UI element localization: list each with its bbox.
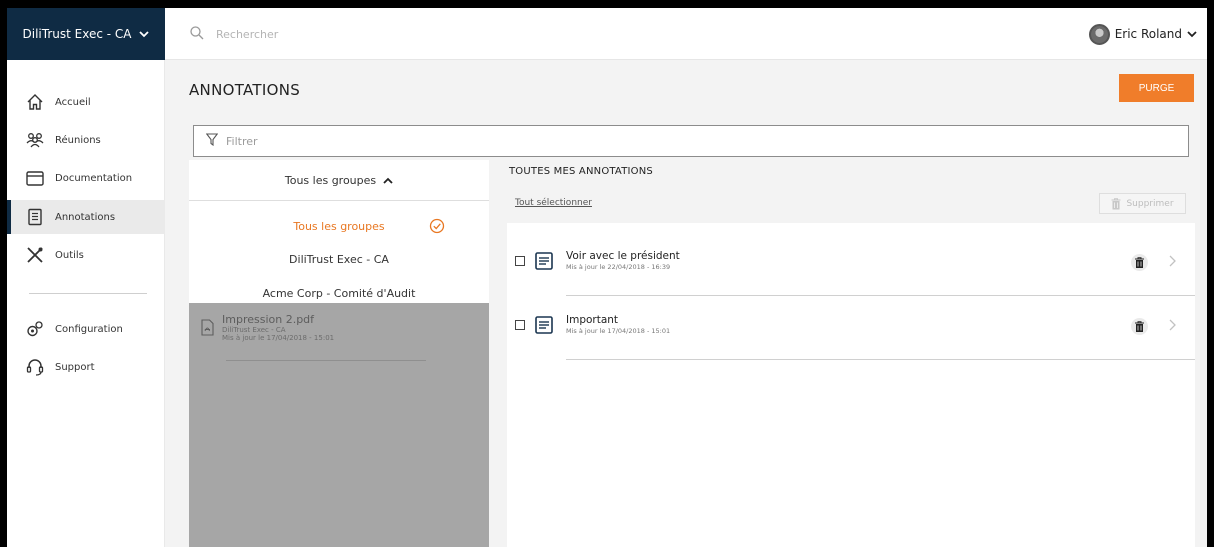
sidebar-item-label: Documentation xyxy=(55,172,133,184)
sidebar-item-label: Accueil xyxy=(55,96,91,108)
home-icon xyxy=(27,94,43,110)
user-name: Eric Roland xyxy=(1114,27,1182,41)
notes-icon xyxy=(28,208,42,226)
top-bar: DiliTrust Exec - CA Rechercher Eric Rola… xyxy=(7,8,1207,60)
sidebar-item-annotations[interactable]: Annotations xyxy=(7,200,165,234)
document-updated: Mis à jour le 17/04/2018 - 15:01 xyxy=(222,334,335,342)
sidebar-item-configuration[interactable]: Configuration xyxy=(7,312,165,346)
check-circle-icon xyxy=(429,218,445,234)
annotations-panel: Tout sélectionner Supprimer Voir avec le… xyxy=(507,184,1195,547)
people-icon xyxy=(26,133,44,148)
document-item[interactable]: Impression 2.pdf DiliTrust Exec - CA Mis… xyxy=(201,313,334,342)
pdf-file-icon xyxy=(201,319,214,336)
groups-dropdown-label: Tous les groupes xyxy=(284,173,377,187)
filter-input[interactable]: Filtrer xyxy=(226,135,258,148)
annotations-toolbar: Tout sélectionner Supprimer xyxy=(507,184,1195,223)
annotation-title: Voir avec le président xyxy=(566,250,680,262)
annotation-row[interactable]: Important Mis à jour le 17/04/2018 - 15:… xyxy=(507,296,1195,360)
page-title: ANNOTATIONS xyxy=(189,81,301,99)
annotation-title: Important xyxy=(566,314,619,326)
sidebar-item-label: Réunions xyxy=(55,134,101,146)
chevron-up-icon xyxy=(383,174,393,187)
user-menu[interactable]: Eric Roland xyxy=(1088,8,1197,60)
document-name: Impression 2.pdf xyxy=(222,313,315,326)
filter-icon xyxy=(205,133,219,149)
avatar xyxy=(1088,23,1110,45)
chevron-right-icon[interactable] xyxy=(1167,318,1177,332)
search-icon xyxy=(190,25,204,44)
group-option[interactable]: Tous les groupes xyxy=(189,209,489,243)
chevron-down-icon xyxy=(1187,27,1197,41)
sidebar-item-label: Support xyxy=(55,361,95,373)
sidebar-item-support[interactable]: Support xyxy=(7,350,165,384)
divider xyxy=(566,359,1195,360)
sidebar-item-documentation[interactable]: Documentation xyxy=(7,161,165,195)
purge-button[interactable]: PURGE xyxy=(1119,74,1194,102)
sidebar-item-reunions[interactable]: Réunions xyxy=(7,123,165,157)
note-icon xyxy=(535,316,553,334)
search-box[interactable]: Rechercher xyxy=(190,8,278,60)
gears-icon xyxy=(27,321,43,337)
group-option[interactable]: DiliTrust Exec - CA xyxy=(189,242,489,276)
trash-icon[interactable] xyxy=(1131,318,1148,335)
delete-button-label: Supprimer xyxy=(1126,198,1174,209)
annotation-checkbox[interactable] xyxy=(515,256,525,266)
select-all-link[interactable]: Tout sélectionner xyxy=(515,198,592,208)
sidebar-item-accueil[interactable]: Accueil xyxy=(7,85,165,119)
chevron-right-icon[interactable] xyxy=(1167,254,1177,268)
groups-dropdown[interactable]: Tous les groupes xyxy=(189,160,489,201)
sidebar: Accueil Réunions Documentation Annotatio… xyxy=(7,60,165,547)
workspace-switcher[interactable]: DiliTrust Exec - CA xyxy=(7,8,165,60)
groups-panel: Tous les groupes Tous les groupes DiliTr… xyxy=(189,160,489,547)
app-window: DiliTrust Exec - CA Rechercher Eric Rola… xyxy=(7,8,1207,547)
document-list: Impression 2.pdf DiliTrust Exec - CA Mis… xyxy=(189,303,489,547)
tools-icon xyxy=(27,247,43,263)
filter-field[interactable]: Filtrer xyxy=(193,125,1189,157)
sidebar-item-label: Outils xyxy=(55,249,84,261)
group-option-label: DiliTrust Exec - CA xyxy=(289,252,389,266)
annotation-row[interactable]: Voir avec le président Mis à jour le 22/… xyxy=(507,232,1195,296)
trash-icon xyxy=(1111,197,1121,209)
sidebar-item-label: Configuration xyxy=(55,323,123,335)
folder-icon xyxy=(26,171,44,186)
document-group: DiliTrust Exec - CA xyxy=(222,326,286,334)
annotation-updated: Mis à jour le 17/04/2018 - 15:01 xyxy=(566,327,671,335)
divider xyxy=(226,360,426,361)
annotations-section-title: TOUTES MES ANNOTATIONS xyxy=(509,166,653,177)
trash-icon[interactable] xyxy=(1131,254,1148,271)
note-icon xyxy=(535,252,553,270)
sidebar-divider xyxy=(29,293,147,294)
sidebar-item-label: Annotations xyxy=(55,211,116,223)
search-input[interactable]: Rechercher xyxy=(216,28,278,41)
headset-icon xyxy=(26,359,44,376)
delete-button[interactable]: Supprimer xyxy=(1099,193,1186,214)
annotation-checkbox[interactable] xyxy=(515,320,525,330)
sidebar-item-outils[interactable]: Outils xyxy=(7,238,165,272)
group-option-label: Acme Corp - Comité d'Audit xyxy=(262,286,416,300)
group-option-label: Tous les groupes xyxy=(293,219,385,233)
annotation-updated: Mis à jour le 22/04/2018 - 16:39 xyxy=(566,263,671,271)
chevron-down-icon xyxy=(139,30,150,38)
workspace-name: DiliTrust Exec - CA xyxy=(22,27,132,41)
